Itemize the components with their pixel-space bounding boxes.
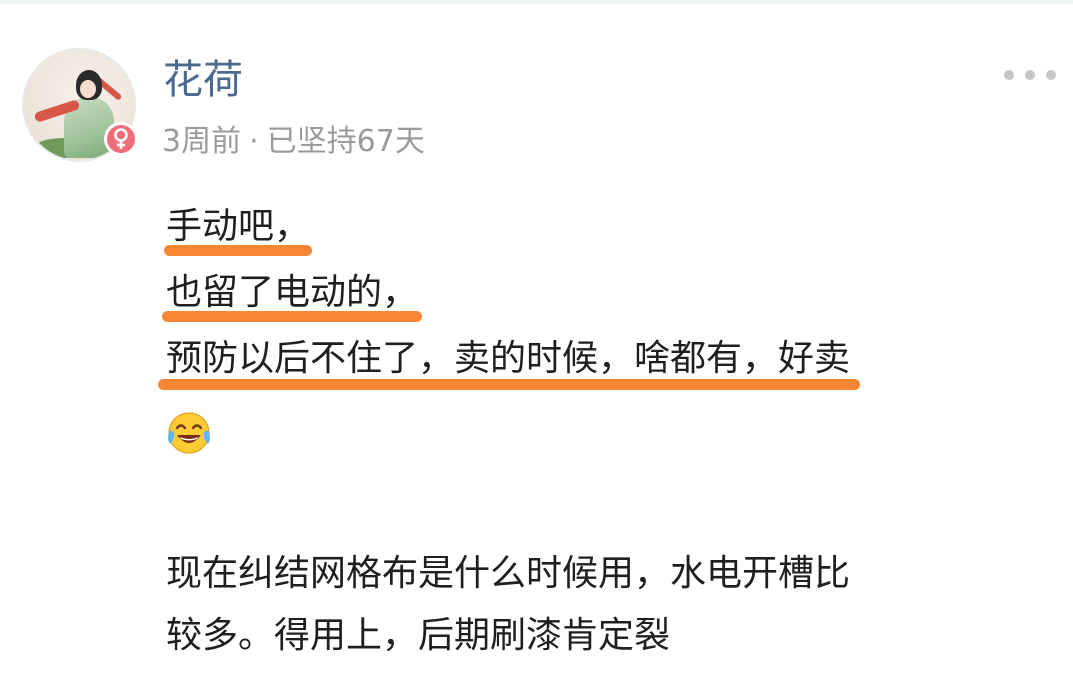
highlighted-text: 预防以后不住了，卖的时候，啥都有，好卖 xyxy=(158,326,861,392)
female-icon xyxy=(104,122,138,156)
post-body: 手动吧， 也留了电动的， 预防以后不住了，卖的时候，啥都有，好卖 xyxy=(158,194,1046,392)
tears-of-joy-emoji-icon xyxy=(168,412,210,454)
post-card: 花荷 3周前 · 已坚持67天 手动吧， 也留了电动的， 预防以后不住了，卖的时候，… xyxy=(0,0,1073,680)
highlighted-text: 手动吧， xyxy=(164,194,313,260)
post-time: 3周前 xyxy=(162,124,242,159)
author-name[interactable]: 花荷 xyxy=(163,54,243,106)
orange-underline xyxy=(158,379,861,390)
streak-days: 已坚持67天 xyxy=(266,124,425,159)
meta-separator: · xyxy=(249,124,259,159)
body-line-3: 预防以后不住了，卖的时候，啥都有，好卖 xyxy=(158,326,1046,392)
body-line-2: 也留了电动的， xyxy=(162,260,1046,326)
female-symbol-icon xyxy=(114,128,128,149)
top-divider xyxy=(0,0,1073,4)
body-line-4: 现在纠结网格布是什么时候用，水电开槽比 xyxy=(166,553,851,594)
body-line-1: 手动吧， xyxy=(164,194,1046,260)
orange-underline xyxy=(162,311,423,322)
highlighted-text: 也留了电动的， xyxy=(162,260,423,326)
post-body-paragraph-2: 现在纠结网格布是什么时候用，水电开槽比 较多。得用上，后期刷漆肯定裂 xyxy=(166,543,1046,667)
post-meta: 3周前 · 已坚持67天 xyxy=(162,122,425,162)
orange-underline xyxy=(164,245,313,256)
more-dots-icon[interactable] xyxy=(1004,64,1056,86)
body-line-5: 较多。得用上，后期刷漆肯定裂 xyxy=(166,615,671,656)
